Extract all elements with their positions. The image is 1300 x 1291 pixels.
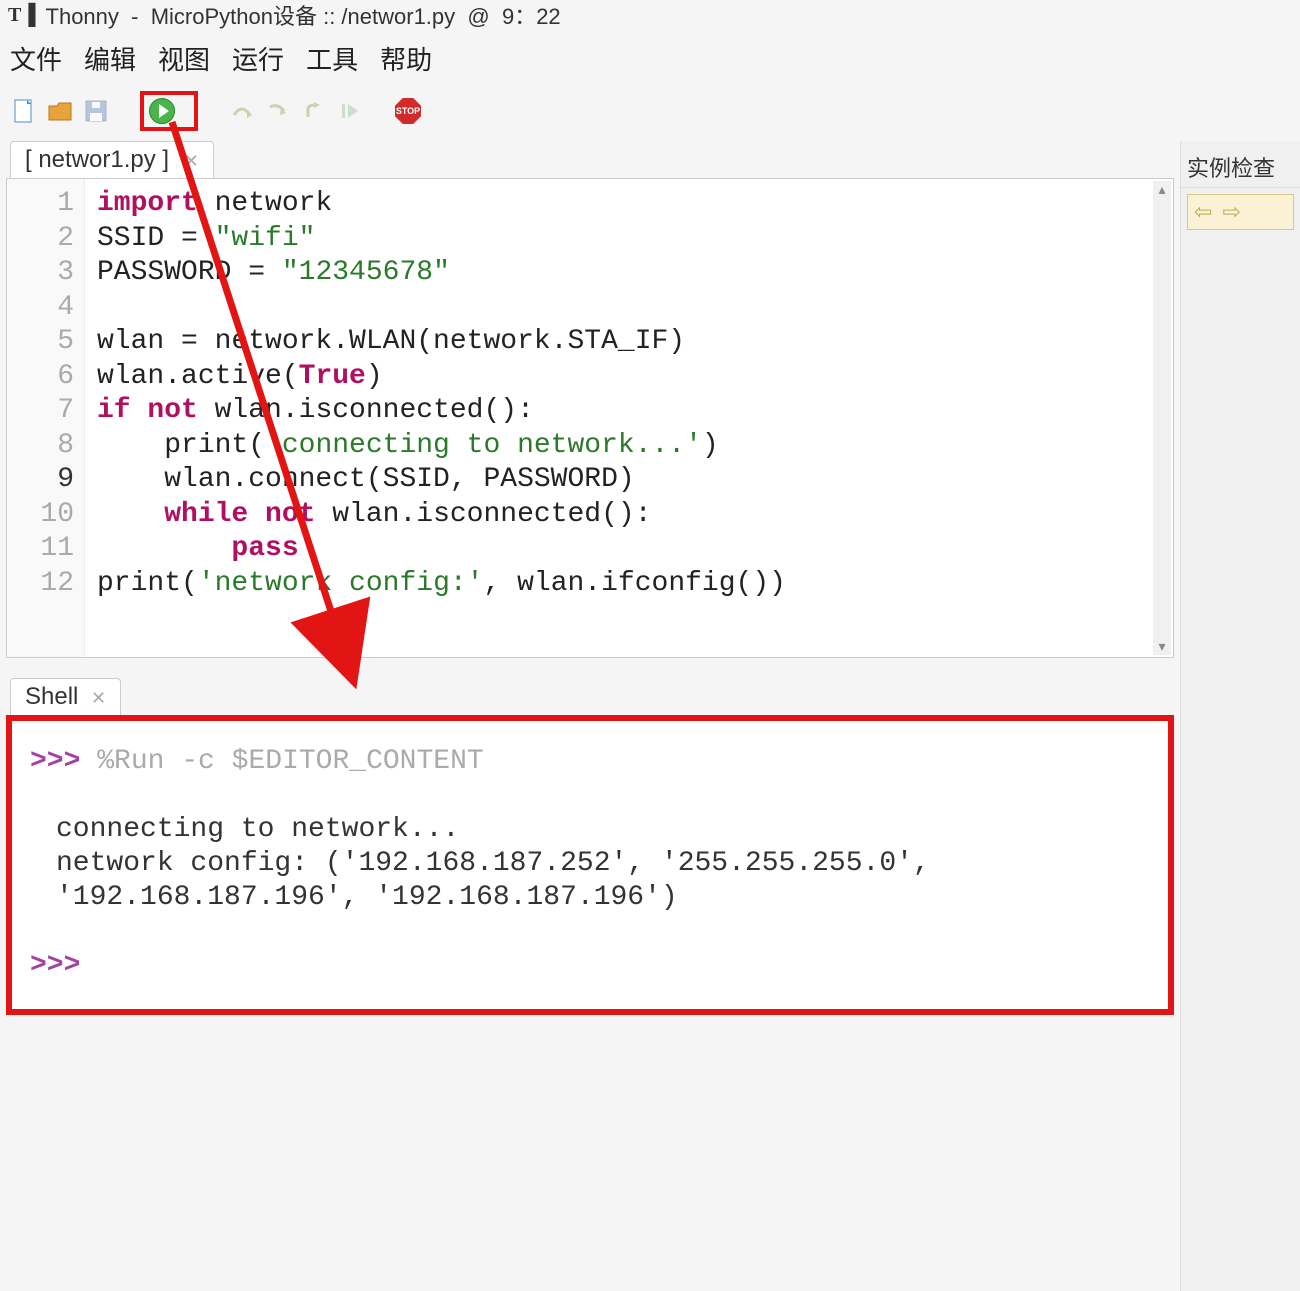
code-line[interactable]: wlan.active(True)	[97, 360, 1149, 395]
editor-pane[interactable]: 123456789101112 import networkSSID = "wi…	[6, 178, 1174, 658]
shell-tab-label: Shell	[25, 683, 78, 710]
run-button[interactable]	[148, 97, 176, 125]
play-icon	[149, 98, 175, 124]
shell-prompt: >>>	[30, 746, 80, 777]
line-gutter: 123456789101112	[7, 179, 85, 657]
code-line[interactable]: PASSWORD = "12345678"	[97, 256, 1149, 291]
debug-resume-icon[interactable]	[336, 97, 364, 125]
run-button-highlight	[140, 91, 198, 131]
code-line[interactable]: SSID = "wifi"	[97, 222, 1149, 257]
editor-tabbar: [ networ1.py ] ✕	[6, 141, 1174, 178]
editor-tab-label: [ networ1.py ]	[25, 146, 169, 173]
stop-icon: STOP	[395, 98, 421, 124]
menu-view[interactable]: 视图	[158, 40, 210, 77]
code-line[interactable]: print('connecting to network...')	[97, 429, 1149, 464]
app-title: Thonny - MicroPython设备 :: /networ1.py @ …	[46, 0, 561, 31]
editor-tab[interactable]: [ networ1.py ] ✕	[10, 141, 214, 178]
shell-command: %Run -c $EDITOR_CONTENT	[97, 746, 483, 777]
menu-edit[interactable]: 编辑	[84, 40, 136, 77]
debug-step-into-icon[interactable]	[264, 97, 292, 125]
shell-tab-close-icon[interactable]: ✕	[91, 688, 106, 708]
close-tab-icon[interactable]: ✕	[184, 151, 199, 171]
nav-back-icon[interactable]: ⇦	[1194, 199, 1212, 225]
shell-tabbar: Shell ✕	[6, 678, 1174, 715]
inspector-title: 实例检查	[1181, 147, 1300, 188]
shell-prompt: >>>	[30, 950, 80, 981]
open-file-icon[interactable]	[46, 97, 74, 125]
shell-output-line: connecting to network...	[56, 813, 1150, 847]
menu-file[interactable]: 文件	[10, 40, 62, 77]
code-line[interactable]: import network	[97, 187, 1149, 222]
menu-run[interactable]: 运行	[232, 40, 284, 77]
stop-button[interactable]: STOP	[394, 97, 422, 125]
code-line[interactable]	[97, 291, 1149, 326]
inspector-panel: 实例检查 ⇦ ⇨	[1180, 141, 1300, 1291]
code-line[interactable]: pass	[97, 532, 1149, 567]
new-file-icon[interactable]	[10, 97, 38, 125]
code-line[interactable]: wlan = network.WLAN(network.STA_IF)	[97, 325, 1149, 360]
inspector-nav: ⇦ ⇨	[1187, 194, 1294, 230]
titlebar: T▐ Thonny - MicroPython设备 :: /networ1.py…	[0, 0, 1300, 30]
scroll-down-icon[interactable]: ▾	[1158, 638, 1165, 655]
nav-forward-icon[interactable]: ⇨	[1222, 199, 1240, 225]
menubar: 文件 编辑 视图 运行 工具 帮助	[0, 30, 1300, 85]
app-logo-icon: T▐	[8, 4, 36, 27]
shell-pane[interactable]: >>> %Run -c $EDITOR_CONTENT connecting t…	[6, 715, 1174, 1015]
shell-tab[interactable]: Shell ✕	[10, 678, 121, 715]
menu-help[interactable]: 帮助	[380, 40, 432, 77]
shell-output-line: network config: ('192.168.187.252', '255…	[56, 847, 1150, 915]
debug-step-over-icon[interactable]	[228, 97, 256, 125]
code-area[interactable]: import networkSSID = "wifi"PASSWORD = "1…	[97, 187, 1149, 601]
code-line[interactable]: if not wlan.isconnected():	[97, 394, 1149, 429]
debug-step-out-icon[interactable]	[300, 97, 328, 125]
editor-scrollbar[interactable]: ▴ ▾	[1153, 181, 1171, 655]
code-line[interactable]: while not wlan.isconnected():	[97, 498, 1149, 533]
code-line[interactable]: wlan.connect(SSID, PASSWORD)	[97, 463, 1149, 498]
code-line[interactable]: print('network config:', wlan.ifconfig()…	[97, 567, 1149, 602]
save-file-icon[interactable]	[82, 97, 110, 125]
scroll-up-icon[interactable]: ▴	[1158, 181, 1165, 198]
menu-tools[interactable]: 工具	[306, 40, 358, 77]
toolbar: STOP	[0, 85, 1300, 141]
